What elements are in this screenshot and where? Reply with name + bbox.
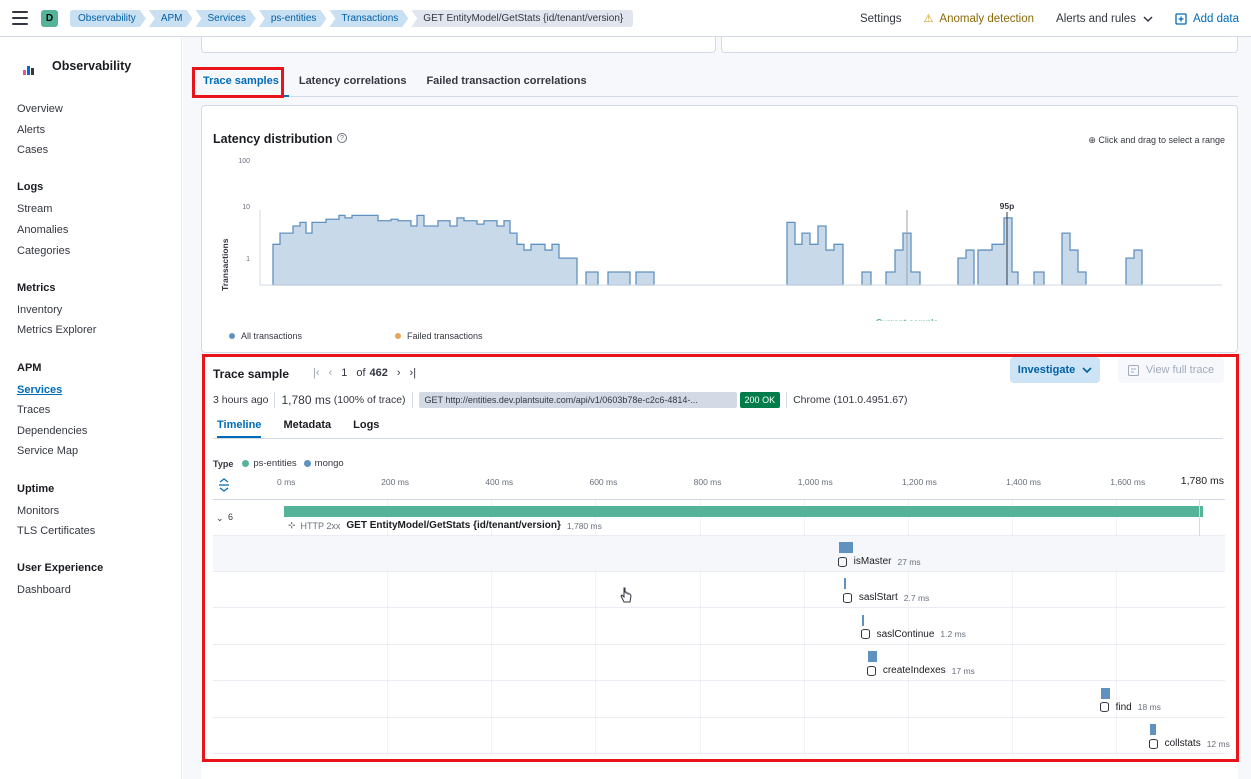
sidebar: Observability Overview Alerts Cases Logs… (0, 37, 182, 779)
histogram-bar-group (1125, 249, 1143, 286)
y-axis-label: Transactions (220, 238, 230, 291)
settings-link[interactable]: Settings (860, 13, 902, 25)
histogram-bar-group (786, 221, 844, 286)
histogram-bar-group (607, 271, 631, 286)
histogram-bar-group (635, 271, 655, 286)
p95-label: 95p (1000, 201, 1015, 211)
breadcrumb-apm[interactable]: APM (149, 10, 193, 27)
sidebar-heading-apm: APM (17, 362, 42, 374)
anomaly-detection-link[interactable]: ⚠ Anomaly detection (923, 12, 1035, 26)
legend-failed[interactable]: Failed transactions (395, 331, 483, 341)
sidebar-heading-logs: Logs (17, 181, 44, 193)
breadcrumb-service[interactable]: ps-entities (259, 10, 327, 27)
sidebar-item-overview[interactable]: Overview (17, 103, 63, 115)
breadcrumb-transactions[interactable]: Transactions (329, 10, 408, 27)
anomaly-label: Anomaly detection (939, 12, 1035, 25)
add-data-icon (1175, 12, 1187, 25)
sidebar-item-stream[interactable]: Stream (17, 203, 52, 215)
legend-all-label: All transactions (241, 331, 303, 341)
breadcrumb-transaction: GET EntityModel/GetStats {id/tenant/vers… (411, 10, 634, 27)
sidebar-item-cases[interactable]: Cases (17, 144, 48, 156)
y-tick-label: 10 (242, 204, 250, 211)
legend-failed-label: Failed transactions (407, 331, 483, 341)
summary-panel-right (721, 37, 1238, 53)
transaction-tabs: Trace samples Latency correlations Faile… (193, 67, 1238, 97)
sidebar-item-monitors[interactable]: Monitors (17, 505, 59, 517)
sidebar-item-anomalies[interactable]: Anomalies (17, 224, 68, 236)
menu-icon[interactable] (12, 11, 28, 25)
observability-logo-icon (17, 59, 39, 81)
sidebar-item-services[interactable]: Services (17, 384, 62, 396)
histogram-bar-group (1033, 271, 1045, 286)
sidebar-heading-user-experience: User Experience (17, 562, 104, 574)
tab-failed-transaction-correlations[interactable]: Failed transaction correlations (416, 67, 596, 97)
histogram-bar-group (885, 232, 921, 286)
histogram-bar-group (861, 271, 872, 286)
breadcrumb-services[interactable]: Services (195, 10, 255, 27)
summary-panel-left (201, 37, 716, 53)
current-sample-label: Current sample (876, 317, 939, 321)
sidebar-item-tls-certificates[interactable]: TLS Certificates (17, 525, 95, 537)
latency-distribution-card: Latency distribution ? ⊕ Click and drag … (201, 105, 1238, 353)
legend-all[interactable]: All transactions (229, 331, 302, 341)
sidebar-item-categories[interactable]: Categories (17, 245, 70, 257)
y-tick-label: 100 (238, 158, 250, 165)
add-data-label: Add data (1192, 12, 1239, 25)
legend-failed-dot (395, 333, 401, 339)
space-avatar[interactable]: D (41, 10, 58, 27)
histogram-bar-group (585, 271, 599, 286)
add-data-link[interactable]: Add data (1175, 13, 1239, 25)
tab-latency-correlations[interactable]: Latency correlations (289, 67, 417, 97)
histogram-bar-group (977, 217, 1019, 286)
sidebar-title: Observability (52, 59, 132, 73)
alerts-rules-menu[interactable]: Alerts and rules (1056, 13, 1153, 25)
sidebar-heading-metrics: Metrics (17, 282, 56, 294)
breadcrumb-observability[interactable]: Observability (70, 10, 146, 27)
highlight-box-tabs (192, 67, 284, 98)
y-tick-label: 1 (246, 256, 250, 263)
highlight-box-trace-sample (202, 354, 1239, 762)
legend-all-dot (229, 333, 235, 339)
top-bar: D Observability APM Services ps-entities… (0, 0, 1251, 37)
sidebar-item-traces[interactable]: Traces (17, 404, 50, 416)
sidebar-item-inventory[interactable]: Inventory (17, 304, 62, 316)
alerts-label: Alerts and rules (1056, 12, 1136, 25)
sidebar-item-dashboard[interactable]: Dashboard (17, 584, 71, 596)
sidebar-item-dependencies[interactable]: Dependencies (17, 425, 87, 437)
histogram-bar-group (1061, 232, 1087, 286)
histogram-bar-group (272, 214, 578, 286)
sidebar-heading-uptime: Uptime (17, 483, 55, 495)
sidebar-item-alerts[interactable]: Alerts (17, 124, 45, 136)
histogram-bar-group (957, 249, 975, 286)
sidebar-item-service-map[interactable]: Service Map (17, 445, 78, 457)
latency-chart[interactable]: 110100Transactions95pCurrent sample20 ms… (202, 106, 1239, 321)
warning-icon: ⚠ (923, 13, 934, 25)
sidebar-item-metrics-explorer[interactable]: Metrics Explorer (17, 324, 96, 336)
breadcrumb: Observability APM Services ps-entities T… (70, 10, 636, 27)
chevron-down-icon (1143, 15, 1153, 22)
